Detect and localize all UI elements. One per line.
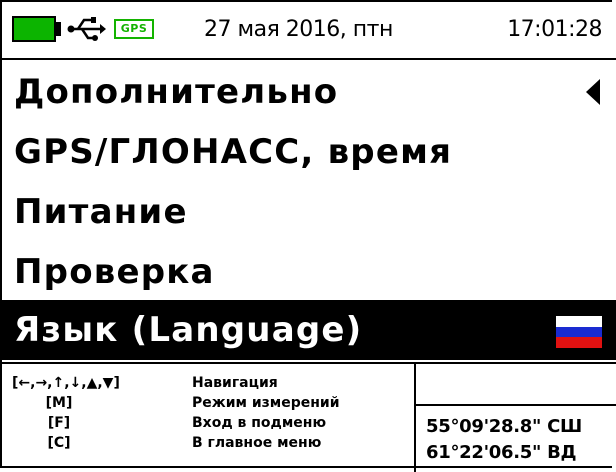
key-code: [←,→,↑,↓,▲,▼] [12,375,120,391]
longitude-value: 61°22'06.5" ВД [426,442,577,463]
menu-item-power[interactable]: Питание [2,182,616,242]
menu-item-label: Дополнительно [14,72,339,112]
battery-icon [12,16,56,42]
russian-flag-icon [556,316,602,348]
flag-stripe-red [556,337,602,348]
menu-item-additional[interactable]: Дополнительно [2,62,616,122]
help-panel: [←,→,↑,↓,▲,▼] Навигация [M] Режим измере… [2,362,616,472]
menu-item-label: Питание [14,192,188,232]
key-code: [F] [47,415,71,431]
coordinates-divider [416,404,616,406]
date-label: 27 мая 2016, птн [204,17,393,42]
device-screen: GPS 27 мая 2016, птн 17:01:28 Дополнител… [0,0,616,472]
flag-stripe-white [556,316,602,327]
key-description: Вход в подменю [192,415,327,431]
key-description: Навигация [192,375,278,391]
key-code: [M] [45,395,73,411]
menu-item-label: GPS/ГЛОНАСС, время [14,132,453,172]
menu-item-language[interactable]: Язык (Language) [2,300,616,360]
key-description: Режим измерений [192,395,340,411]
coordinates-box: 55°09'28.8" СШ 61°22'06.5" ВД [414,364,616,472]
key-description: В главное меню [192,435,322,451]
menu-item-gps-time[interactable]: GPS/ГЛОНАСС, время [2,122,616,182]
menu-item-check[interactable]: Проверка [2,242,616,302]
gps-badge: GPS [114,19,154,39]
status-bar: GPS 27 мая 2016, птн 17:01:28 [2,2,616,60]
battery-tip [56,22,61,36]
menu-item-label: Проверка [14,252,215,292]
time-label: 17:01:28 [507,17,602,42]
usb-icon [67,17,106,41]
key-code: [C] [47,435,71,451]
menu-item-label: Язык (Language) [14,310,363,350]
arrow-left-icon [586,79,600,105]
flag-stripe-blue [556,326,602,338]
latitude-value: 55°09'28.8" СШ [426,416,582,437]
